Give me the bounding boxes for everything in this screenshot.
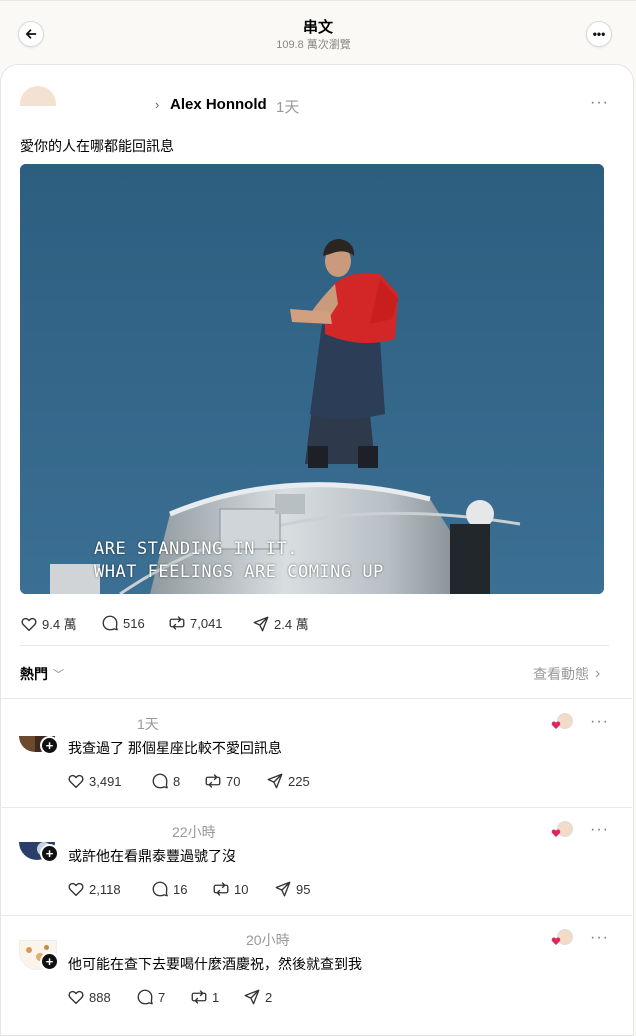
chevron-down-icon: ﹀ [53, 669, 64, 681]
author-liked-heart-icon [551, 929, 573, 945]
repost-icon [213, 882, 229, 896]
repost-icon [169, 616, 185, 630]
comment-icon [152, 773, 168, 789]
like-count: 9.4 萬 [42, 617, 77, 632]
repost-icon [205, 774, 221, 788]
author-liked-heart-icon [551, 821, 573, 837]
share-count: 95 [296, 881, 311, 897]
post-video[interactable]: ARE STANDING IN IT. WHAT FEELINGS ARE CO… [20, 164, 604, 594]
more-icon: ••• [592, 27, 606, 41]
reply-time: 20小時 [246, 932, 290, 948]
comment-count: 7 [158, 989, 166, 1005]
divider [0, 807, 632, 808]
comment-count: 8 [173, 773, 181, 789]
view-count: 109.8 萬次瀏覽 [276, 39, 351, 51]
like-button[interactable]: 9.4 萬 [20, 614, 77, 633]
video-subtitle-line-2: WHAT FEELINGS ARE COMING UP [94, 562, 384, 582]
heart-icon [68, 774, 84, 789]
reply-text: 或許他在看鼎泰豐過號了沒 [68, 848, 236, 864]
reply-more-icon[interactable]: ··· [590, 929, 609, 947]
like-count: 888 [89, 989, 111, 1005]
comment-icon [137, 989, 153, 1005]
comment-count: 516 [123, 615, 145, 631]
share-button[interactable]: 2.4 萬 [252, 614, 309, 633]
divider [20, 645, 609, 646]
repost-count: 1 [212, 989, 220, 1005]
repost-count: 10 [234, 881, 249, 897]
author-name[interactable]: Alex Honnold [170, 96, 267, 113]
sort-dropdown[interactable]: 熱門 ﹀ [20, 664, 64, 684]
reply-text: 我查過了 那個星座比較不愛回訊息 [68, 740, 282, 756]
post-time: 1天 [276, 99, 300, 116]
share-count: 2 [265, 989, 273, 1005]
comment-count: 16 [173, 881, 188, 897]
share-icon [275, 881, 291, 897]
divider [0, 698, 632, 699]
repost-button[interactable]: 1 [190, 988, 219, 1006]
share-icon [267, 773, 283, 789]
chevron-right-icon: › [595, 665, 601, 682]
author-liked-heart-icon [551, 713, 573, 729]
share-button[interactable]: 2 [243, 988, 272, 1006]
like-count: 3,491 [89, 773, 122, 789]
like-button[interactable]: 3,491 [67, 772, 122, 790]
comment-button[interactable]: 7 [136, 988, 165, 1006]
repost-button[interactable]: 10 [212, 880, 248, 898]
page-title: 串文 [302, 19, 333, 36]
share-count: 225 [288, 773, 310, 789]
reply-text: 他可能在查下去要喝什麼酒慶祝，然後就查到我 [68, 956, 362, 972]
top-bar: 串文 109.8 萬次瀏覽 ••• [0, 0, 636, 65]
like-count: 2,118 [89, 881, 121, 897]
post-text: 愛你的人在哪都能回訊息 [20, 138, 174, 154]
like-button[interactable]: 888 [67, 988, 111, 1006]
comment-icon [102, 615, 118, 631]
reply-time: 1天 [137, 716, 159, 732]
comment-icon [152, 881, 168, 897]
follow-plus-icon[interactable]: + [40, 952, 59, 971]
repost-count: 7,041 [190, 615, 223, 631]
heart-icon [68, 990, 84, 1005]
share-icon [244, 989, 260, 1005]
more-options-button[interactable]: ••• [586, 21, 612, 47]
repost-button[interactable]: 70 [204, 772, 240, 790]
comment-button[interactable]: 516 [101, 614, 145, 632]
share-button[interactable]: 95 [274, 880, 310, 898]
follow-plus-icon[interactable]: + [40, 736, 59, 755]
heart-icon [68, 882, 84, 897]
view-activity-label: 查看動態 [533, 666, 589, 682]
comment-button[interactable]: 8 [151, 772, 180, 790]
follow-plus-icon[interactable]: + [40, 844, 59, 863]
reply-more-icon[interactable]: ··· [590, 713, 609, 731]
share-count: 2.4 萬 [274, 617, 309, 632]
comment-button[interactable]: 16 [151, 880, 187, 898]
reply-time: 22小時 [172, 824, 216, 840]
video-frame: ARE STANDING IN IT. WHAT FEELINGS ARE CO… [20, 164, 604, 594]
share-icon [253, 616, 269, 631]
view-activity-link[interactable]: 查看動態 › [533, 664, 600, 684]
repost-count: 70 [226, 773, 241, 789]
chevron-right-icon: › [155, 97, 160, 112]
like-button[interactable]: 2,118 [67, 880, 121, 898]
post-more-icon[interactable]: ··· [590, 94, 609, 112]
share-button[interactable]: 225 [266, 772, 310, 790]
heart-icon [21, 617, 37, 631]
reply-more-icon[interactable]: ··· [590, 821, 609, 839]
repost-icon [191, 990, 207, 1004]
divider [0, 915, 632, 916]
sort-label: 熱門 [20, 666, 48, 682]
repost-button[interactable]: 7,041 [168, 614, 223, 632]
video-subtitle-line-1: ARE STANDING IN IT. [94, 539, 298, 559]
